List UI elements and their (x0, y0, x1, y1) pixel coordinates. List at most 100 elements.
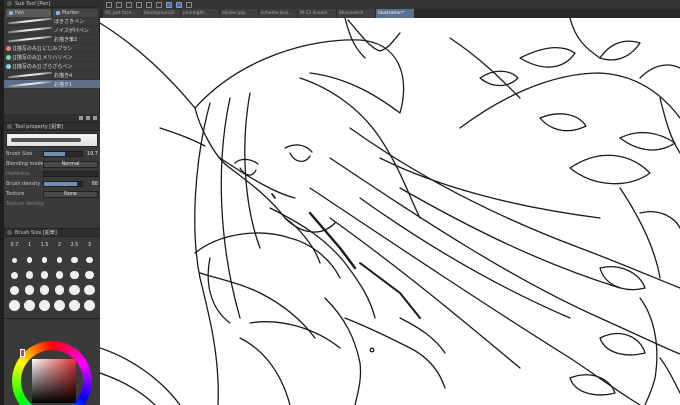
document-tab[interactable]: M-12 lineart (298, 9, 336, 18)
brush-size-preset[interactable]: 1 (22, 239, 37, 251)
document-tab[interactable]: 05_pet face... (103, 9, 141, 18)
brush-label: お描き4 (54, 72, 73, 79)
brush-stroke-preview (6, 72, 54, 78)
texture-row: Texture None (4, 189, 100, 199)
brush-size-preset[interactable] (7, 299, 22, 311)
brush-size-preset-label: 1.5 (40, 242, 49, 248)
brush-size-dot-icon (24, 285, 35, 295)
brush-size-dot-icon (84, 284, 95, 296)
save-icon[interactable] (126, 1, 132, 8)
brush-size-dot-icon (71, 256, 78, 264)
brush-size-dot-icon (69, 299, 80, 311)
hardness-slider[interactable] (43, 171, 98, 177)
brush-item[interactable]: お描き4 (4, 71, 100, 80)
brush-size-preset[interactable] (52, 299, 67, 311)
brush-size-preset-label: 3 (87, 242, 92, 248)
trash-icon[interactable] (93, 116, 97, 120)
brush-size-preset[interactable] (67, 299, 82, 311)
texture-density-row: Texture density (4, 199, 100, 209)
brush-size-preset[interactable]: 0.7 (7, 239, 22, 251)
brush-size-preset[interactable] (7, 269, 22, 281)
brush-item[interactable]: お描き筆2 (4, 35, 100, 44)
brush-size-preset[interactable] (22, 269, 37, 281)
redo-icon[interactable] (146, 1, 152, 8)
brush-size-preset[interactable] (52, 284, 67, 296)
document-tab[interactable]: bluesketch (337, 9, 375, 18)
document-tab[interactable]: pinknight... (181, 9, 219, 18)
brush-size-preset[interactable] (22, 254, 37, 266)
document-tab-active[interactable]: Illustration* (376, 9, 414, 18)
lineart-drawing (100, 18, 680, 405)
brush-size-preset[interactable] (67, 254, 82, 266)
brush-item[interactable]: [[描写のみ]] ざらざらペン (4, 62, 100, 71)
brush-size-preset[interactable] (22, 284, 37, 296)
brush-size-preset[interactable] (37, 254, 52, 266)
brush-size-preset[interactable]: 2 (52, 239, 67, 251)
brush-item-selected[interactable]: お描き1 (4, 80, 100, 89)
brush-item[interactable]: ほきさきペン (4, 17, 100, 26)
texture-select[interactable]: None (43, 190, 98, 198)
blending-select[interactable]: Normal (43, 160, 98, 168)
brush-size-preset[interactable] (7, 284, 22, 296)
brush-size-value[interactable]: 19.7 (86, 151, 98, 157)
brush-size-dot-icon (86, 256, 93, 264)
brush-size-preset[interactable] (37, 269, 52, 281)
hardness-row: Hardness (4, 169, 100, 179)
panel-menu-icon[interactable] (7, 230, 12, 235)
brush-size-preset[interactable]: 3 (82, 239, 97, 251)
duplicate-icon[interactable] (79, 116, 83, 120)
brush-item[interactable]: [[描写のみ]] メリハリペン (4, 53, 100, 62)
density-value[interactable]: 88 (86, 181, 98, 187)
clear-icon[interactable] (156, 1, 162, 8)
panel-menu-icon[interactable] (7, 1, 12, 6)
brush-item[interactable]: [[描写のみ]] にじみブラシ (4, 44, 100, 53)
tab-pen[interactable]: Pen (6, 9, 51, 17)
panel-menu-icon[interactable] (7, 124, 12, 129)
brush-size-dot-icon (70, 270, 79, 280)
brush-size-preset[interactable] (82, 299, 97, 311)
brush-size-row: Brush Size 19.7 (4, 149, 100, 159)
snap-icon[interactable] (176, 1, 182, 8)
brush-size-dot-icon (24, 299, 35, 311)
brush-size-preset[interactable] (37, 284, 52, 296)
drawing-canvas[interactable] (100, 18, 680, 405)
brush-size-preset[interactable] (7, 254, 22, 266)
tab-marker[interactable]: Marker (53, 9, 98, 17)
transform-icon[interactable] (166, 1, 172, 8)
brush-size-preset[interactable] (67, 269, 82, 281)
brush-size-dot-icon (12, 257, 17, 263)
hardness-label: Hardness (6, 171, 30, 177)
brush-size-preset[interactable] (22, 299, 37, 311)
brush-size-dot-icon (54, 299, 65, 311)
brush-size-preset[interactable] (82, 254, 97, 266)
brush-size-preset[interactable] (52, 269, 67, 281)
tool-property-header: Tool property [鉛筆] (4, 123, 100, 131)
app-window: 05_pet face... blackground2 pinknight...… (0, 0, 680, 405)
brush-stroke-preview (6, 36, 54, 42)
brush-label: ほきさきペン (54, 18, 85, 25)
brush-size-preset[interactable]: 1.5 (37, 239, 52, 251)
brush-size-slider[interactable] (43, 151, 83, 157)
brush-size-preset[interactable] (82, 269, 97, 281)
document-tab[interactable]: scheme bus... (259, 9, 297, 18)
brush-label: [[描写のみ]] ざらざらペン (13, 63, 73, 70)
saturation-value-square[interactable] (32, 359, 76, 403)
open-icon[interactable] (116, 1, 122, 8)
brush-size-preset[interactable] (82, 284, 97, 296)
brush-size-preset[interactable]: 2.5 (67, 239, 82, 251)
brush-item[interactable]: ノイズがけペン (4, 26, 100, 35)
ruler-icon[interactable] (186, 1, 192, 8)
new-icon[interactable] (106, 1, 112, 8)
density-slider[interactable] (43, 181, 83, 187)
brush-size-preset[interactable] (52, 254, 67, 266)
subtool-footer (4, 114, 100, 122)
brush-size-preset[interactable] (67, 284, 82, 296)
subtool-header: Sub Tool [Pen] (4, 0, 100, 8)
texture-density-label: Texture density (6, 201, 45, 207)
settings-icon[interactable] (86, 116, 90, 120)
brush-label: [[描写のみ]] にじみブラシ (13, 45, 73, 52)
undo-icon[interactable] (136, 1, 142, 8)
document-tab[interactable]: sticker.jpg... (220, 9, 258, 18)
brush-size-preset[interactable] (37, 299, 52, 311)
document-tab[interactable]: blackground2 (142, 9, 180, 18)
